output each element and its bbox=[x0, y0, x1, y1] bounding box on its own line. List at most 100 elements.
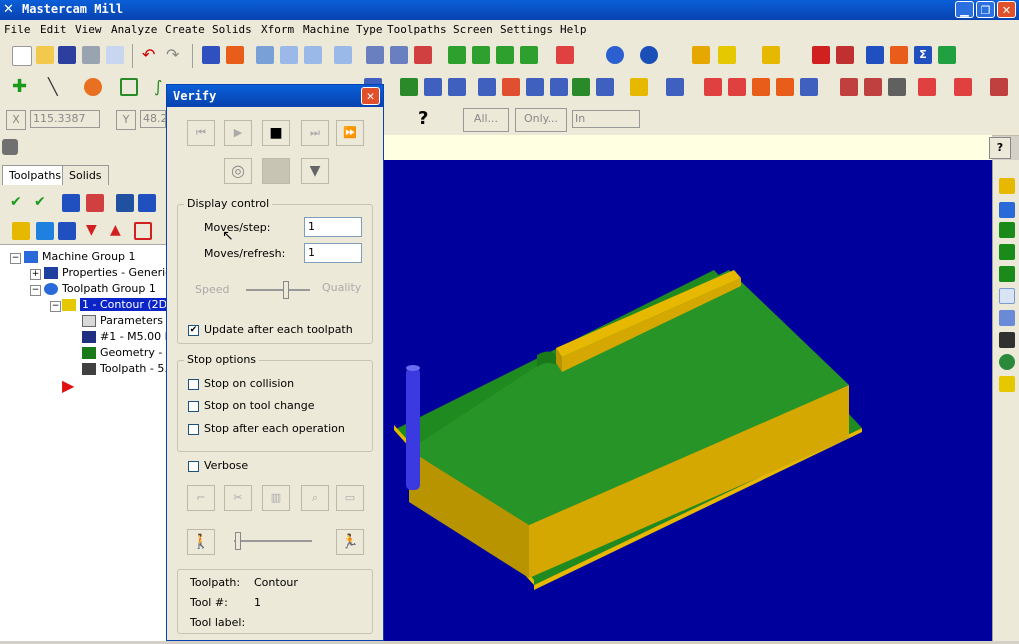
drafting-icon[interactable] bbox=[630, 78, 648, 96]
trim-4-icon[interactable] bbox=[550, 78, 568, 96]
move-down-icon[interactable]: ▼ bbox=[86, 222, 104, 240]
menu-create[interactable]: Create bbox=[165, 23, 205, 36]
menu-analyze[interactable]: Analyze bbox=[111, 23, 157, 36]
menu-screen[interactable]: Screen bbox=[453, 23, 493, 36]
trim-5-icon[interactable] bbox=[572, 78, 590, 96]
select-dirty-icon[interactable]: ✔ bbox=[34, 194, 52, 212]
cube-side-icon[interactable] bbox=[520, 46, 538, 64]
unselect-icon[interactable] bbox=[414, 46, 432, 64]
pan-icon[interactable] bbox=[202, 46, 220, 64]
update-checkbox[interactable]: ✔ bbox=[188, 325, 199, 336]
restart-button[interactable]: ⏮ bbox=[187, 120, 215, 146]
funnel-button[interactable]: ▼ bbox=[301, 158, 329, 184]
walk-slow-button[interactable]: 🚶 bbox=[187, 529, 215, 555]
wireframe-sphere-icon[interactable] bbox=[606, 46, 624, 64]
print-icon[interactable] bbox=[82, 46, 100, 64]
insert-arrow-icon[interactable] bbox=[134, 222, 152, 240]
zoom-out-icon[interactable] bbox=[304, 46, 322, 64]
magnify-button[interactable]: ⌕ bbox=[301, 485, 329, 511]
menu-help[interactable]: Help bbox=[560, 23, 587, 36]
play-button[interactable]: ▶ bbox=[224, 120, 252, 146]
stop-collision-checkbox[interactable] bbox=[188, 379, 199, 390]
filter-icon[interactable] bbox=[999, 332, 1015, 348]
menu-toolpaths[interactable]: Toolpaths bbox=[387, 23, 447, 36]
solid-5-icon[interactable] bbox=[954, 78, 972, 96]
context-help-icon[interactable]: ? bbox=[989, 137, 1011, 159]
surface-3-icon[interactable] bbox=[752, 78, 770, 96]
simulation-speed-slider[interactable] bbox=[234, 532, 312, 550]
solid-2-icon[interactable] bbox=[864, 78, 882, 96]
tree-machine-group[interactable]: Machine Group 1 bbox=[24, 249, 136, 265]
trim-1-icon[interactable] bbox=[478, 78, 496, 96]
trim-6-icon[interactable] bbox=[596, 78, 614, 96]
solid-4-icon[interactable] bbox=[918, 78, 936, 96]
step-button[interactable]: ⏭ bbox=[301, 120, 329, 146]
tree-contour-operation[interactable]: 1 - Contour (2D) - bbox=[62, 297, 181, 313]
surface-4-icon[interactable] bbox=[776, 78, 794, 96]
print-preview-icon[interactable] bbox=[106, 46, 124, 64]
new-file-icon[interactable] bbox=[12, 46, 32, 66]
verbose-checkbox[interactable] bbox=[188, 461, 199, 472]
speed-quality-slider[interactable] bbox=[246, 281, 310, 299]
moves-step-input[interactable]: 1 bbox=[304, 217, 362, 237]
cube-iso-icon[interactable] bbox=[448, 46, 466, 64]
backplot-icon[interactable] bbox=[116, 194, 134, 212]
solid-3-icon[interactable] bbox=[888, 78, 906, 96]
save-icon[interactable] bbox=[58, 46, 76, 64]
verify-close-button[interactable]: ✕ bbox=[361, 87, 380, 105]
tree-toolpath[interactable]: Toolpath - 5.4 bbox=[82, 361, 175, 377]
menu-file[interactable]: File bbox=[4, 23, 31, 36]
operations-icon[interactable] bbox=[938, 46, 956, 64]
cube-front-icon[interactable] bbox=[496, 46, 514, 64]
solid-6-icon[interactable] bbox=[990, 78, 1008, 96]
run-fast-button[interactable]: 🏃 bbox=[336, 529, 364, 555]
stop-button[interactable]: ■ bbox=[262, 120, 290, 146]
tree-tool[interactable]: #1 - M5.00 E bbox=[82, 329, 172, 345]
fast-forward-button[interactable]: ⏩ bbox=[336, 120, 364, 146]
options-1-button[interactable]: ⌐ bbox=[187, 485, 215, 511]
regenerate-icon[interactable] bbox=[62, 194, 80, 212]
note-icon[interactable] bbox=[999, 376, 1015, 392]
solid-1-icon[interactable] bbox=[840, 78, 858, 96]
menu-edit[interactable]: Edit bbox=[40, 23, 67, 36]
collapse-toolpath-group[interactable]: − bbox=[30, 285, 41, 296]
document-icon[interactable] bbox=[999, 288, 1015, 304]
help-pointer-icon[interactable] bbox=[812, 46, 830, 64]
verify-icon[interactable] bbox=[138, 194, 156, 212]
lightning-icon[interactable] bbox=[999, 310, 1015, 326]
menu-solids[interactable]: Solids bbox=[212, 23, 252, 36]
tab-solids[interactable]: Solids bbox=[62, 165, 109, 185]
line-icon[interactable]: ╲ bbox=[48, 78, 66, 96]
move-up-icon[interactable]: ▲ bbox=[110, 222, 128, 240]
xform-3-icon[interactable] bbox=[424, 78, 442, 96]
xform-2-icon[interactable] bbox=[400, 78, 418, 96]
surface-5-icon[interactable] bbox=[800, 78, 818, 96]
tree-geometry[interactable]: Geometry - (1 bbox=[82, 345, 177, 361]
save-stl-button[interactable]: ▭ bbox=[336, 485, 364, 511]
insert-arrow-marker[interactable]: ▶ bbox=[62, 376, 74, 395]
sum-icon[interactable]: Σ bbox=[914, 46, 932, 64]
chain-icon[interactable] bbox=[390, 46, 408, 64]
help-icon[interactable]: ? bbox=[418, 108, 440, 130]
menu-machine-type[interactable]: Machine Type bbox=[303, 23, 382, 36]
redo-icon[interactable]: ↷ bbox=[166, 46, 184, 64]
chart-button[interactable]: ▥ bbox=[262, 485, 290, 511]
edit-icon[interactable] bbox=[999, 178, 1015, 194]
undo-icon[interactable]: ↶ bbox=[142, 46, 160, 64]
select-all-icon[interactable]: ✔ bbox=[10, 194, 28, 212]
transform-icon[interactable] bbox=[999, 202, 1015, 218]
trim-3-icon[interactable] bbox=[526, 78, 544, 96]
tree-parameters[interactable]: Parameters bbox=[82, 313, 163, 329]
stop-after-operation-checkbox[interactable] bbox=[188, 424, 199, 435]
xform-4-icon[interactable] bbox=[448, 78, 466, 96]
point-icon[interactable]: ✚ bbox=[12, 78, 30, 96]
trim-2-icon[interactable] bbox=[502, 78, 520, 96]
circle-icon[interactable] bbox=[84, 78, 102, 96]
only-button[interactable]: Only... bbox=[515, 108, 567, 132]
chamfer-icon[interactable] bbox=[999, 244, 1015, 260]
lock-icon[interactable] bbox=[12, 222, 30, 240]
cut-button[interactable]: ✂ bbox=[224, 485, 252, 511]
frame-icon[interactable] bbox=[999, 266, 1015, 282]
expand-properties[interactable]: + bbox=[30, 269, 41, 280]
collapse-machine-group[interactable]: − bbox=[10, 253, 21, 264]
